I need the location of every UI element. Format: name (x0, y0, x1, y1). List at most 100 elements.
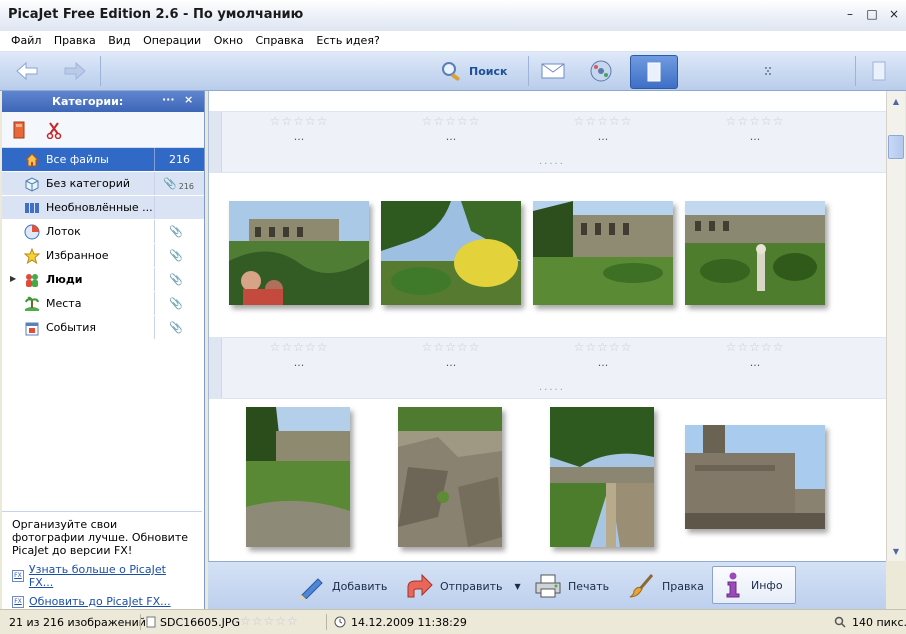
vertical-scrollbar[interactable]: ▲ ▼ (886, 91, 905, 561)
category-tray[interactable]: Лоток 📎 (2, 220, 204, 244)
photo-tree-wall[interactable] (246, 407, 350, 547)
photo-garden-flowers[interactable] (381, 201, 521, 305)
band-dots: ..... (539, 382, 565, 393)
learn-more-link[interactable]: FX Узнать больше о PicaJet FX... (12, 563, 192, 589)
window-controls: – □ × (842, 6, 902, 22)
file-icon (146, 616, 156, 631)
new-category-icon[interactable] (12, 121, 26, 142)
rating-stars[interactable]: ☆☆☆☆☆ (695, 340, 815, 354)
menu-operations[interactable]: Операции (143, 34, 201, 47)
rating-stars[interactable]: ☆☆☆☆☆ (391, 114, 511, 128)
info-button[interactable]: Инфо (712, 566, 796, 604)
print-button[interactable]: Печать (534, 570, 609, 602)
rating-stars[interactable]: ☆☆☆☆☆ (391, 340, 511, 354)
search-button[interactable]: Поиск (440, 60, 507, 82)
category-uncategorized[interactable]: Без категорий 📎 216 (2, 172, 204, 196)
attachment-icon: 📎 (169, 273, 183, 286)
status-rating-stars[interactable]: ☆☆☆☆☆ (240, 614, 299, 628)
upgrade-link[interactable]: FX Обновить до PicaJet FX... (12, 595, 192, 608)
action-bar: Добавить Отправить ▼ Печать Правка Инфо (208, 561, 886, 610)
send-arrow-icon (407, 573, 433, 598)
minimize-button[interactable]: – (842, 6, 858, 22)
edit-button[interactable]: Правка (628, 570, 704, 602)
toolbar-separator (528, 56, 529, 86)
photo-garden-statue[interactable] (685, 201, 825, 305)
grip-handle-icon[interactable] (746, 55, 792, 87)
slideshow-button[interactable] (578, 55, 624, 87)
rating-stars[interactable]: ☆☆☆☆☆ (543, 340, 663, 354)
rating-stars[interactable]: ☆☆☆☆☆ (543, 114, 663, 128)
home-icon (24, 152, 40, 168)
menu-edit[interactable]: Правка (54, 34, 96, 47)
category-count: 📎 (154, 244, 204, 267)
title-bar: PicaJet Free Edition 2.6 - По умолчанию … (0, 0, 906, 32)
forward-arrow-icon[interactable] (62, 60, 88, 82)
scrollbar-thumb[interactable] (888, 135, 904, 159)
rating-cell: ☆☆☆☆☆... (543, 114, 663, 143)
scroll-down-icon[interactable]: ▼ (888, 543, 904, 559)
category-label: Избранное (46, 249, 109, 262)
band-dots: ..... (539, 156, 565, 167)
status-separator (326, 614, 327, 630)
brush-icon (629, 574, 654, 598)
panel-close-icon[interactable]: × (184, 93, 193, 106)
caption: ... (749, 356, 761, 369)
thumbnail-view-button[interactable] (630, 55, 678, 89)
add-button[interactable]: Добавить (298, 570, 387, 602)
back-arrow-icon[interactable] (14, 60, 40, 82)
photo-column-ruins[interactable] (685, 425, 825, 529)
menu-ideas[interactable]: Есть идея? (316, 34, 379, 47)
photo-ruins-people[interactable] (229, 201, 369, 305)
menu-window[interactable]: Окно (214, 34, 243, 47)
maximize-button[interactable]: □ (864, 6, 880, 22)
close-button[interactable]: × (886, 6, 902, 22)
scroll-up-icon[interactable]: ▲ (888, 93, 904, 109)
rating-cell: ☆☆☆☆☆... (239, 340, 359, 369)
menu-help[interactable]: Справка (255, 34, 303, 47)
film-reel-icon (590, 60, 612, 82)
thumbnail-size: 140 пикс. (852, 616, 906, 629)
photo-hedge-path[interactable] (550, 407, 654, 547)
rating-stars[interactable]: ☆☆☆☆☆ (695, 114, 815, 128)
category-count (154, 196, 204, 219)
category-events[interactable]: События 📎 (2, 316, 204, 340)
category-label: События (46, 321, 97, 334)
rating-band: ☆☆☆☆☆... ☆☆☆☆☆... ☆☆☆☆☆... ☆☆☆☆☆... ....… (209, 111, 887, 173)
categories-header: Категории: ··· × (2, 91, 204, 112)
category-label: Лоток (46, 225, 81, 238)
caption: ... (749, 130, 761, 143)
tray-icon (24, 224, 40, 240)
expand-arrow-icon[interactable]: ▶ (10, 274, 16, 283)
category-label: Без категорий (46, 177, 131, 190)
email-view-button[interactable] (530, 55, 576, 87)
category-all-files[interactable]: Все файлы 216 (2, 148, 204, 172)
rating-cell: ☆☆☆☆☆... (391, 114, 511, 143)
page-icon (647, 62, 661, 82)
panel-toggle-button[interactable] (856, 55, 902, 87)
rating-stars[interactable]: ☆☆☆☆☆ (239, 114, 359, 128)
panel-menu-icon[interactable]: ··· (162, 93, 175, 106)
category-count: 📎 (154, 220, 204, 243)
categories-panel: Категории: ··· × Все файлы 216 Без катег… (2, 91, 205, 614)
send-dropdown-icon[interactable]: ▼ (515, 582, 521, 591)
star-icon (24, 247, 40, 264)
page-icon (872, 61, 886, 81)
scissors-icon[interactable] (46, 121, 62, 142)
category-favorites[interactable]: Избранное 📎 (2, 244, 204, 268)
menu-bar: Файл Правка Вид Операции Окно Справка Ес… (0, 31, 906, 52)
rating-stars[interactable]: ☆☆☆☆☆ (239, 340, 359, 354)
rating-band: ☆☆☆☆☆... ☆☆☆☆☆... ☆☆☆☆☆... ☆☆☆☆☆... ....… (209, 337, 887, 399)
caption: ... (445, 356, 457, 369)
category-not-updated[interactable]: Необновлённые ... (2, 196, 204, 220)
photo-villa-hill[interactable] (533, 201, 673, 305)
toolbar: Поиск (0, 52, 906, 91)
attachment-icon: 📎 (169, 297, 183, 310)
people-icon (24, 272, 40, 288)
category-places[interactable]: Места 📎 (2, 292, 204, 316)
menu-file[interactable]: Файл (11, 34, 41, 47)
send-button[interactable]: Отправить ▼ (404, 570, 521, 602)
places-icon (24, 296, 40, 312)
category-people[interactable]: ▶ Люди 📎 (2, 268, 204, 292)
menu-view[interactable]: Вид (108, 34, 130, 47)
photo-stone-ruins[interactable] (398, 407, 502, 547)
